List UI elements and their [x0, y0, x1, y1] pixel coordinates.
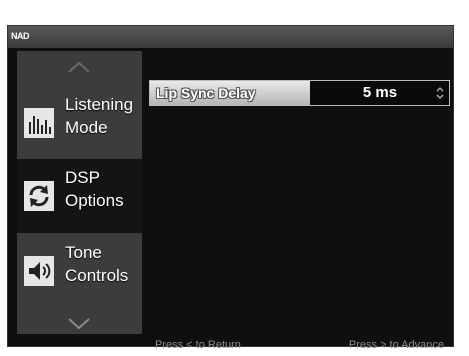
- sidebar-item-dsp-options[interactable]: DSP Options: [17, 159, 142, 233]
- tone-controls-label-line2: Controls: [65, 266, 129, 285]
- tone-controls-label-line1: Tone: [65, 243, 102, 262]
- refresh-cycle-icon: [24, 181, 54, 211]
- sidebar-item-tone-controls[interactable]: Tone Controls: [17, 234, 142, 308]
- dsp-options-label-line1: DSP: [65, 168, 100, 187]
- chevron-up-icon[interactable]: [65, 59, 93, 75]
- listening-mode-label-line1: Listening: [65, 95, 134, 114]
- sidebar-menu: Listening Mode DSP Options Tone Controls: [17, 51, 142, 334]
- top-bar: NAD: [8, 26, 453, 48]
- lip-sync-delay-setting[interactable]: Lip Sync Delay 5 ms: [149, 80, 450, 106]
- footer-hints: Press < to Return Press > to Advance: [149, 336, 448, 354]
- nad-logo: NAD: [11, 31, 30, 41]
- listening-mode-label-line2: Mode: [65, 118, 108, 137]
- dsp-options-label-line2: Options: [65, 191, 124, 210]
- osd-screen: NAD Listening Mode DSP Options Tone Cont…: [7, 25, 454, 351]
- speaker-icon: [24, 256, 54, 286]
- lip-sync-delay-label: Lip Sync Delay: [150, 81, 310, 105]
- up-down-spinner-icon[interactable]: [435, 85, 445, 101]
- equalizer-bars-icon: [24, 108, 54, 138]
- return-hint: Press < to Return: [155, 339, 241, 351]
- chevron-down-icon[interactable]: [65, 316, 93, 332]
- advance-hint: Press > to Advance: [348, 339, 444, 351]
- sidebar-item-listening-mode[interactable]: Listening Mode: [17, 84, 142, 158]
- lip-sync-delay-value[interactable]: 5 ms: [350, 81, 410, 105]
